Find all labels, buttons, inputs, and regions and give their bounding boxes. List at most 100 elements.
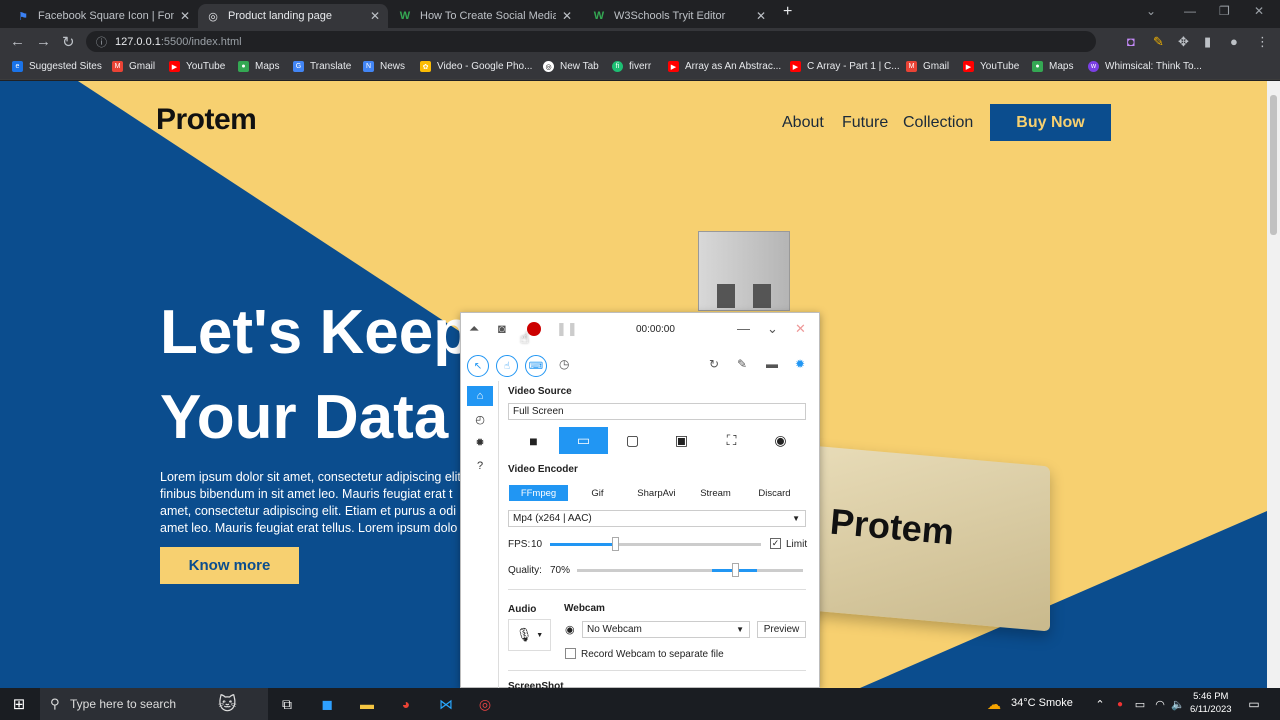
bookmark-gmail[interactable]: M Gmail bbox=[112, 61, 155, 72]
cursor-tool-icon[interactable]: ↖ bbox=[467, 355, 489, 377]
tab-w3schools-tryit[interactable]: W W3Schools Tryit Editor ✕ bbox=[584, 4, 774, 28]
vscode-icon[interactable]: ⋈ bbox=[437, 696, 455, 712]
history-icon[interactable]: ◴ bbox=[467, 409, 493, 429]
double-chevron-down-icon[interactable]: ⌄ bbox=[767, 321, 778, 337]
bookmark-whimsical[interactable]: w Whimsical: Think To... bbox=[1088, 61, 1202, 72]
info-icon[interactable]: ⓘ bbox=[96, 34, 107, 50]
format-select[interactable]: Mp4 (x264 | AAC) ▼ bbox=[508, 510, 806, 527]
encoder-discard[interactable]: Discard bbox=[745, 485, 804, 501]
keyboard-tool-icon[interactable]: ⌨ bbox=[525, 355, 547, 377]
source-region-icon[interactable]: ⛶ bbox=[707, 427, 756, 454]
bookmark-google-photos[interactable]: ✿ Video - Google Pho... bbox=[420, 61, 532, 72]
close-icon[interactable]: ✕ bbox=[562, 9, 572, 23]
chrome-icon[interactable]: ◕ bbox=[397, 696, 415, 712]
sidebar-icon[interactable]: ▮ bbox=[1204, 34, 1211, 50]
extension-pencil-icon[interactable]: ✎ bbox=[1153, 34, 1164, 50]
task-view-icon[interactable]: ⧉ bbox=[278, 696, 296, 712]
preview-button[interactable]: Preview bbox=[757, 621, 806, 638]
quality-slider[interactable] bbox=[577, 563, 803, 577]
profile-avatar-icon[interactable]: ● bbox=[1230, 34, 1238, 49]
fps-slider-thumb[interactable] bbox=[612, 537, 619, 551]
know-more-button[interactable]: Know more bbox=[160, 547, 299, 584]
close-icon[interactable]: ✕ bbox=[180, 9, 190, 23]
network-icon[interactable]: ◠ bbox=[1151, 696, 1169, 712]
timer-icon[interactable]: ◷ bbox=[559, 357, 569, 371]
forward-icon[interactable]: → bbox=[36, 33, 51, 50]
windows-start-icon[interactable]: ⊞ bbox=[10, 696, 28, 713]
quality-slider-thumb[interactable] bbox=[732, 563, 739, 577]
close-icon[interactable]: ✕ bbox=[370, 9, 380, 23]
home-icon[interactable]: ⌂ bbox=[467, 386, 493, 406]
settings-icon[interactable]: ✹ bbox=[467, 432, 493, 452]
refresh-icon[interactable]: ↻ bbox=[709, 357, 719, 371]
weather-text[interactable]: 34°C Smoke bbox=[1011, 697, 1073, 709]
tab-facebook-icon[interactable]: ⚑ Facebook Square Icon | Font Awe ✕ bbox=[8, 4, 198, 28]
source-screen-icon[interactable]: ▭ bbox=[559, 427, 608, 454]
camera-icon[interactable]: ◙ bbox=[498, 321, 506, 336]
pause-icon[interactable]: ❚❚ bbox=[556, 321, 578, 337]
new-tab-icon[interactable]: + bbox=[783, 3, 792, 21]
pencil-icon[interactable]: ✎ bbox=[737, 357, 747, 371]
recorder-app-icon[interactable]: ◎ bbox=[476, 696, 494, 712]
bookmark-new-tab[interactable]: ◎ New Tab bbox=[543, 61, 599, 72]
nav-future[interactable]: Future bbox=[842, 114, 888, 132]
collapse-icon[interactable]: ⏶ bbox=[469, 321, 479, 337]
back-icon[interactable]: ← bbox=[10, 33, 25, 50]
bookmark-youtube-2[interactable]: ▶ YouTube bbox=[963, 61, 1019, 72]
fps-slider[interactable] bbox=[550, 537, 761, 551]
puzzle-icon[interactable]: ✥ bbox=[1178, 34, 1189, 50]
bookmark-maps[interactable]: ● Maps bbox=[238, 61, 279, 72]
notification-icon[interactable]: ▭ bbox=[1245, 696, 1263, 712]
minimize-icon[interactable]: — bbox=[737, 321, 750, 336]
buy-now-button[interactable]: Buy Now bbox=[990, 104, 1111, 141]
webcam-select[interactable]: No Webcam ▼ bbox=[582, 621, 750, 638]
bookmark-gmail-2[interactable]: M Gmail bbox=[906, 61, 949, 72]
close-icon[interactable]: ✕ bbox=[756, 9, 766, 23]
site-logo[interactable]: Protem bbox=[156, 103, 257, 137]
click-tool-icon[interactable]: ☝ bbox=[496, 355, 518, 377]
taskbar-search-box[interactable]: ⚲ Type here to search 🐱 bbox=[40, 688, 268, 720]
bookmark-translate[interactable]: G Translate bbox=[293, 61, 351, 72]
tab-search-icon[interactable]: ⌄ bbox=[1146, 4, 1156, 18]
bookmark-maps-2[interactable]: ● Maps bbox=[1032, 61, 1073, 72]
encoder-stream[interactable]: Stream bbox=[686, 485, 745, 501]
tab-product-landing[interactable]: ◎ Product landing page ✕ bbox=[198, 4, 388, 28]
reload-icon[interactable]: ↻ bbox=[62, 33, 75, 51]
battery-icon[interactable]: ▭ bbox=[1131, 696, 1149, 712]
encoder-ffmpeg[interactable]: FFmpeg bbox=[509, 485, 568, 501]
volume-icon[interactable]: 🔈 bbox=[1169, 696, 1187, 712]
tab-social-media-buttons[interactable]: W How To Create Social Media Butt ✕ bbox=[390, 4, 580, 28]
limit-checkbox[interactable]: ✓ bbox=[770, 538, 781, 549]
file-explorer-icon[interactable]: ▬ bbox=[358, 696, 376, 712]
menu-dots-icon[interactable]: ⋮ bbox=[1256, 34, 1269, 50]
bookmark-fiverr[interactable]: fi fiverr bbox=[612, 61, 651, 72]
maximize-icon[interactable]: ❐ bbox=[1219, 4, 1230, 18]
address-bar[interactable]: ⓘ 127.0.0.1:5500/index.html bbox=[86, 31, 1096, 52]
help-icon[interactable]: ? bbox=[467, 456, 493, 476]
nav-collection[interactable]: Collection bbox=[903, 114, 973, 132]
record-webcam-checkbox[interactable] bbox=[565, 648, 576, 659]
bookmark-array-adt[interactable]: ▶ Array as An Abstrac... bbox=[668, 61, 781, 72]
bookmark-suggested-sites[interactable]: e Suggested Sites bbox=[12, 61, 102, 72]
close-icon[interactable]: ✕ bbox=[795, 321, 806, 337]
encoder-sharpavi[interactable]: SharpAvi bbox=[627, 485, 686, 501]
scroll-thumb[interactable] bbox=[1270, 95, 1277, 235]
bookmark-c-array[interactable]: ▶ C Array - Part 1 | C... bbox=[790, 61, 900, 72]
bookmark-news[interactable]: N News bbox=[363, 61, 405, 72]
chevron-up-icon[interactable]: ⌃ bbox=[1091, 696, 1109, 712]
folder-icon[interactable]: ▬ bbox=[766, 357, 778, 371]
nav-about[interactable]: About bbox=[782, 114, 824, 132]
extension-icon[interactable]: ◘ bbox=[1127, 34, 1135, 49]
source-webcam-icon[interactable]: ■ bbox=[509, 427, 558, 454]
minimize-icon[interactable]: — bbox=[1184, 4, 1196, 18]
microphone-button[interactable]: 🎙 ▼ bbox=[508, 619, 551, 651]
source-monitor-icon[interactable]: ▢ bbox=[608, 427, 657, 454]
store-icon[interactable]: ◼ bbox=[318, 696, 336, 712]
window-close-icon[interactable]: ✕ bbox=[1254, 4, 1264, 18]
recording-tray-icon[interactable]: ● bbox=[1111, 696, 1129, 712]
video-source-field[interactable]: Full Screen bbox=[508, 403, 806, 420]
encoder-gif[interactable]: Gif bbox=[568, 485, 627, 501]
page-scrollbar[interactable] bbox=[1267, 81, 1280, 688]
source-window-icon[interactable]: ▣ bbox=[657, 427, 706, 454]
system-clock[interactable]: 5:46 PM 6/11/2023 bbox=[1190, 690, 1232, 716]
